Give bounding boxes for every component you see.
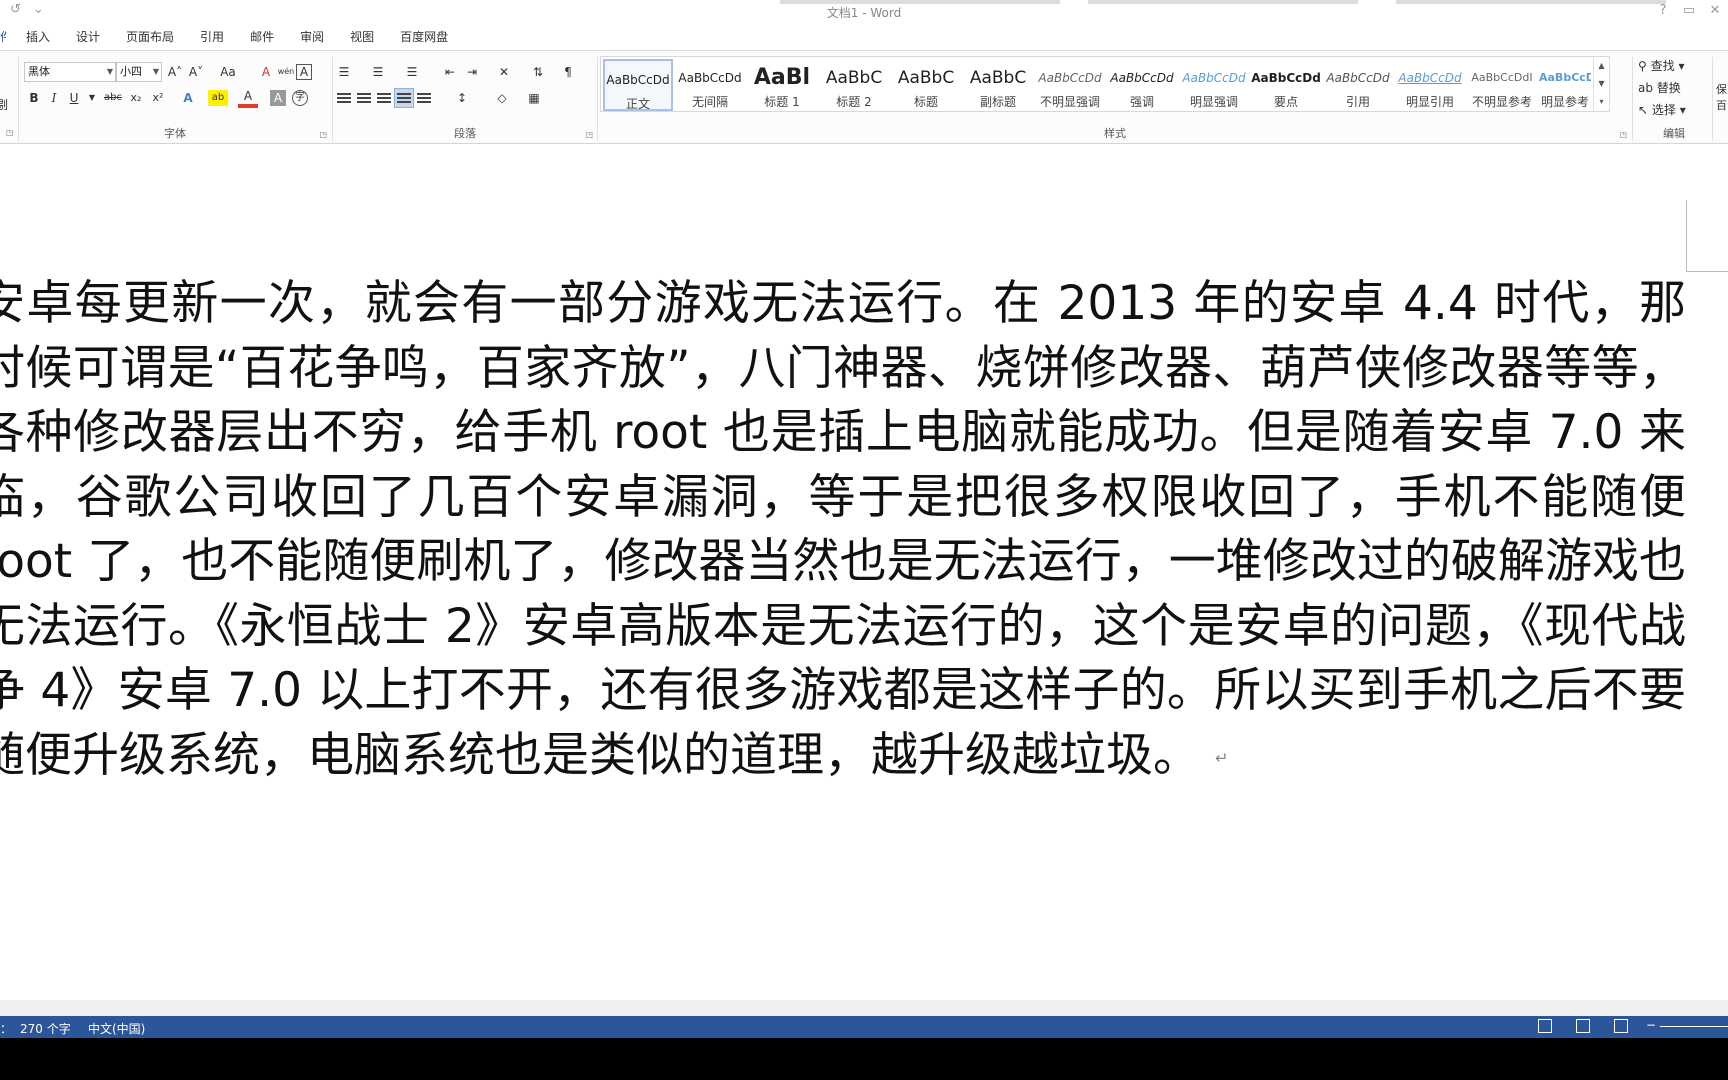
font-group: 黑体 ▼ 小四 ▼ A˄ A˅ Aa A wén A B I U ▼ abc x… <box>20 55 330 143</box>
editing-group-label: 编辑 <box>1663 127 1685 140</box>
distributed-icon[interactable] <box>414 88 434 108</box>
page-indicator[interactable]: ： <box>0 1020 12 1037</box>
multilevel-list-icon[interactable]: ☰ <box>402 62 422 82</box>
print-layout-icon[interactable] <box>1576 1019 1590 1033</box>
align-right-icon[interactable] <box>374 88 394 108</box>
tab-references[interactable]: 引用 <box>187 26 237 48</box>
underline-button[interactable]: U <box>64 88 84 108</box>
superscript-button[interactable]: x² <box>148 88 168 108</box>
tab-design[interactable]: 设计 <box>63 26 113 48</box>
edge-label-save: 保 <box>1716 83 1727 96</box>
italic-button[interactable]: I <box>44 88 64 108</box>
enclose-characters-button[interactable]: 字 <box>292 90 308 106</box>
chevron-down-icon[interactable]: ▼ <box>82 88 102 108</box>
chevron-down-icon: ▼ <box>152 67 159 76</box>
paragraph-group: ☰ ☰ ☰ ⇤ ⇥ ✕ ⇅ ¶ ↕ ◇ ▦ 段落 ◳ <box>334 55 596 143</box>
justify-icon[interactable] <box>394 88 414 108</box>
zoom-out-icon[interactable]: − <box>1646 1018 1656 1032</box>
align-left-icon[interactable] <box>334 88 354 108</box>
group-separator <box>1712 57 1713 141</box>
sort-icon[interactable]: ⇅ <box>528 62 548 82</box>
document-paragraph[interactable]: 安卓每更新一次，就会有一部分游戏无法运行。在 2013 年的安卓 4.4 时代，… <box>0 272 1686 790</box>
font-size-combo[interactable]: 小四 ▼ <box>116 62 162 82</box>
horizontal-scroll-area[interactable] <box>0 1000 1728 1016</box>
chinese-layout-icon[interactable]: ✕ <box>494 62 514 82</box>
show-marks-icon[interactable]: ¶ <box>558 62 578 82</box>
font-color-label: A <box>243 89 253 103</box>
web-layout-icon[interactable] <box>1614 1019 1628 1033</box>
strikethrough-button[interactable]: abc <box>100 88 126 108</box>
tab-view[interactable]: 视图 <box>337 26 387 48</box>
align-center-icon[interactable] <box>354 88 374 108</box>
document-canvas[interactable]: 安卓每更新一次，就会有一部分游戏无法运行。在 2013 年的安卓 4.4 时代，… <box>0 145 1728 1000</box>
word-count[interactable]: 270 个字 <box>20 1020 71 1037</box>
group-separator <box>18 57 19 141</box>
title-bar: ↺ ⌄ 文档1 - Word ? ▭ ✕ <box>0 0 1728 24</box>
restore-icon[interactable]: ▭ <box>1676 0 1702 22</box>
tab-baidu-netdisk[interactable]: 百度网盘 <box>387 26 461 48</box>
change-case-button[interactable]: Aa <box>214 62 242 82</box>
window-buttons: ? ▭ ✕ <box>1650 0 1728 22</box>
font-dialog-launcher-icon[interactable]: ◳ <box>319 130 327 139</box>
decrease-indent-icon[interactable]: ⇤ <box>440 62 460 82</box>
group-separator <box>332 57 333 141</box>
styles-dialog-launcher-icon[interactable]: ◳ <box>1619 130 1627 139</box>
group-separator <box>1632 57 1633 141</box>
tab-review[interactable]: 审阅 <box>287 26 337 48</box>
tab-mailings[interactable]: 邮件 <box>237 26 287 48</box>
word-window: ↺ ⌄ 文档1 - Word ? ▭ ✕ 件 插入 设计 页面布局 引用 邮件 … <box>0 0 1728 1080</box>
paragraph-text: 安卓每更新一次，就会有一部分游戏无法运行。在 2013 年的安卓 4.4 时代，… <box>0 276 1686 783</box>
shrink-font-button[interactable]: A˅ <box>186 62 206 82</box>
zoom-slider[interactable] <box>1660 1026 1728 1027</box>
format-painter-fragment[interactable]: 剔 <box>0 95 12 115</box>
ribbon-tabs: 件 插入 设计 页面布局 引用 邮件 审阅 视图 百度网盘 <box>0 26 461 48</box>
shading-icon[interactable]: ◇ <box>492 88 512 108</box>
editing-group: 编辑 <box>1634 55 1714 143</box>
font-size-value: 小四 <box>120 65 142 78</box>
tab-insert[interactable]: 插入 <box>6 26 63 48</box>
tab-layout[interactable]: 页面布局 <box>113 26 187 48</box>
font-color-button[interactable]: A <box>238 88 258 108</box>
paragraph-dialog-launcher-icon[interactable]: ◳ <box>585 130 593 139</box>
styles-group-label: 样式 <box>1104 127 1126 140</box>
numbering-icon[interactable]: ☰ <box>368 62 388 82</box>
margin-corner-mark <box>1686 200 1728 272</box>
font-group-label: 字体 <box>164 127 186 140</box>
styles-group: 样式 ◳ <box>600 55 1630 143</box>
edge-label-baidu: 百 <box>1716 99 1727 112</box>
phonetic-guide-button[interactable]: wén <box>276 62 296 82</box>
help-icon[interactable]: ? <box>1650 0 1676 22</box>
character-border-button[interactable]: A <box>296 64 312 80</box>
clipboard-launcher-icon[interactable]: ◳ <box>6 128 14 137</box>
window-title: 文档1 - Word <box>826 6 902 20</box>
bullets-icon[interactable]: ☰ <box>334 62 354 82</box>
font-name-combo[interactable]: 黑体 ▼ <box>24 62 116 82</box>
line-spacing-icon[interactable]: ↕ <box>452 88 472 108</box>
borders-icon[interactable]: ▦ <box>524 88 544 108</box>
close-icon[interactable]: ✕ <box>1702 0 1728 22</box>
bold-button[interactable]: B <box>24 88 44 108</box>
subscript-button[interactable]: x₂ <box>126 88 146 108</box>
ribbon: 剔 ◳ 黑体 ▼ 小四 ▼ A˄ A˅ Aa A wén A B I U ▼ a… <box>0 50 1728 144</box>
increase-indent-icon[interactable]: ⇥ <box>462 62 482 82</box>
group-separator <box>597 57 598 141</box>
font-name-value: 黑体 <box>28 65 50 78</box>
highlight-button[interactable]: ab <box>208 90 228 106</box>
grow-font-button[interactable]: A˄ <box>165 62 185 82</box>
read-mode-icon[interactable] <box>1538 1019 1552 1033</box>
status-bar: ： 270 个字 中文(中国) − <box>0 1016 1728 1038</box>
language-indicator[interactable]: 中文(中国) <box>88 1020 145 1037</box>
text-effects-button[interactable]: A <box>178 88 198 108</box>
black-bar <box>0 1038 1728 1080</box>
paragraph-group-label: 段落 <box>454 127 476 140</box>
chevron-down-icon: ▼ <box>106 67 113 76</box>
character-shading-button[interactable]: A <box>270 90 286 106</box>
paragraph-mark-icon: ↵ <box>1214 747 1229 767</box>
clear-formatting-button[interactable]: A <box>256 62 276 82</box>
